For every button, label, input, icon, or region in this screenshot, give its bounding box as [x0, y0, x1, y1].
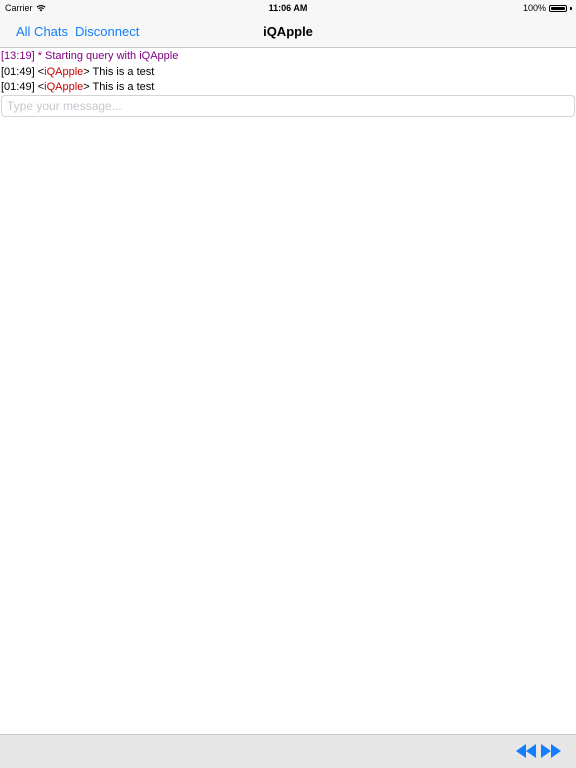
battery-tip [570, 6, 572, 10]
nick-open: < [34, 65, 45, 78]
message-time: [01:49] [1, 65, 35, 78]
message-time: [01:49] [1, 81, 35, 93]
nav-bar: All Chats Disconnect iQApple [0, 16, 576, 48]
message-body: This is a test [89, 81, 155, 93]
battery-percent: 100% [522, 3, 546, 13]
screen: Carrier 11:06 AM 100% All Chats Disconne… [0, 0, 576, 768]
status-battery: 100% [523, 3, 572, 13]
message-nick: iQApple [44, 81, 84, 93]
nick-open: < [34, 81, 45, 93]
status-bar: Carrier 11:06 AM 100% [0, 0, 576, 16]
message-nick: iQApple [44, 65, 84, 78]
chat-message: [01:49] <iQApple> This is a test [1, 65, 575, 81]
status-time: 11:06 AM [268, 3, 308, 13]
chat-message: [01:49] <iQApple> This is a test [1, 80, 575, 96]
page-title: iQApple [263, 24, 313, 39]
message-log: [13:19] * Starting query with iQApple [0… [1, 49, 575, 96]
bottom-toolbar [0, 734, 576, 768]
rewind-icon[interactable] [516, 744, 536, 758]
fast-forward-icon[interactable] [541, 744, 561, 758]
battery-fill [551, 6, 565, 10]
system-message: [13:19] * Starting query with iQApple [1, 50, 179, 62]
message-body: This is a test [89, 65, 155, 78]
battery-icon [549, 4, 567, 12]
message-input[interactable] [1, 95, 575, 117]
